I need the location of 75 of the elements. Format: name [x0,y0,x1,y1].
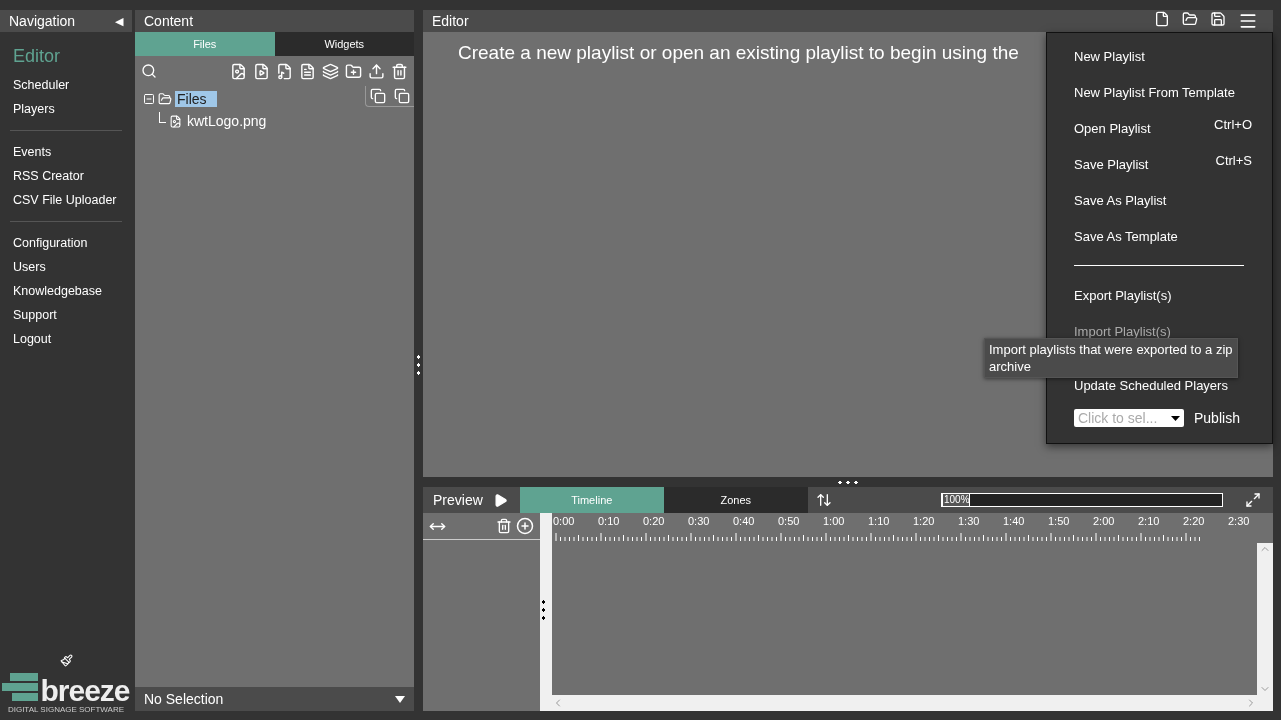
menu-item: Import Playlist(s) [1073,322,1172,341]
nav-item[interactable]: CSV File Uploader [0,188,132,212]
new-folder-icon[interactable] [345,62,362,80]
time-label: 2:00 [1093,515,1115,527]
caret-icon [395,695,405,703]
panel-title: Navigation [9,13,76,29]
brush-icon[interactable] [59,654,73,667]
fullscreen-icon[interactable] [1245,492,1261,508]
panel-title: Editor [432,13,469,29]
time-label: 1:50 [1048,515,1070,527]
play-icon[interactable] [492,492,508,508]
nav-item[interactable]: Users [0,255,132,279]
splitter-handle[interactable] [417,353,420,377]
nav-item[interactable]: Players [0,97,132,121]
time-label: 0:20 [643,515,665,527]
breeze-logo: breeze [2,673,130,703]
time-label: 2:20 [1183,515,1205,527]
time-label: 0:40 [733,515,755,527]
time-label: 2:30 [1228,515,1250,527]
tree-item[interactable]: kwtLogo.png [185,113,277,129]
menu-item[interactable]: Save As Playlist [1047,182,1272,218]
video-file-icon[interactable] [253,62,270,80]
menu-item[interactable]: New Playlist [1047,38,1272,74]
time-label: 1:30 [958,515,980,527]
tab[interactable]: Widgets [274,32,414,56]
nav-item[interactable]: Configuration [0,231,132,255]
delete-icon[interactable] [391,62,408,80]
empty-message: Create a new playlist or open an existing playlist to begin using the [458,42,1019,64]
menu-icon[interactable] [1238,11,1258,31]
nav-item[interactable]: Logout [0,327,132,351]
menu-item[interactable]: Open Playlist Ctrl+O [1047,110,1272,146]
time-label: 0:00 [553,515,575,527]
menu-item[interactable]: Save As Template [1047,218,1272,254]
collapse-icon[interactable] [143,93,155,105]
time-label: 1:10 [868,515,890,527]
menu-item[interactable]: Export Playlist(s) [1047,277,1272,313]
add-icon[interactable] [516,517,534,535]
caret-icon [1171,415,1180,421]
document-file-icon[interactable] [299,62,316,80]
time-label: 2:10 [1138,515,1160,527]
search-icon[interactable] [141,63,157,79]
image-file-icon [169,114,182,128]
selection-dropdown[interactable]: No Selection [135,687,414,711]
nav-item[interactable]: Events [0,140,132,164]
folder-icon [158,92,172,106]
time-label: 0:10 [598,515,620,527]
zoom-slider-thumb[interactable]: 100% [942,494,970,506]
menu-item[interactable]: Save Playlist Ctrl+S [1047,146,1272,182]
menu-item[interactable]: New Playlist From Template [1047,74,1272,110]
nav-item[interactable]: Knowledgebase [0,279,132,303]
delete-icon[interactable] [496,518,512,534]
tooltip: Import playlists that were exported to a zip archive [984,338,1238,378]
tree-item[interactable]: Files [175,91,217,107]
nav-item[interactable]: Editor [0,40,132,73]
tab[interactable]: Zones [663,487,808,513]
time-label: 1:20 [913,515,935,527]
collapse-button[interactable]: ◀ [115,14,123,28]
nav-item[interactable]: RSS Creator [0,164,132,188]
time-label: 1:00 [823,515,845,527]
swap-icon[interactable] [815,492,832,508]
upload-icon[interactable] [368,62,385,80]
publish-button[interactable]: Publish [1194,410,1240,426]
time-label: 0:50 [778,515,800,527]
panel-title: Preview [432,492,484,508]
nav-item[interactable]: Support [0,303,132,327]
panel-title: Content [144,13,194,29]
time-label: 0:30 [688,515,710,527]
logo-tagline: DIGITAL SIGNAGE SOFTWARE [7,705,125,714]
splitter-handle[interactable] [542,598,545,622]
time-label: 1:40 [1003,515,1025,527]
music-file-icon[interactable] [276,62,293,80]
layers-icon[interactable] [322,62,339,80]
image-file-icon[interactable] [230,62,247,80]
splitter-handle[interactable] [836,480,860,484]
nav-item[interactable]: Scheduler [0,73,132,97]
